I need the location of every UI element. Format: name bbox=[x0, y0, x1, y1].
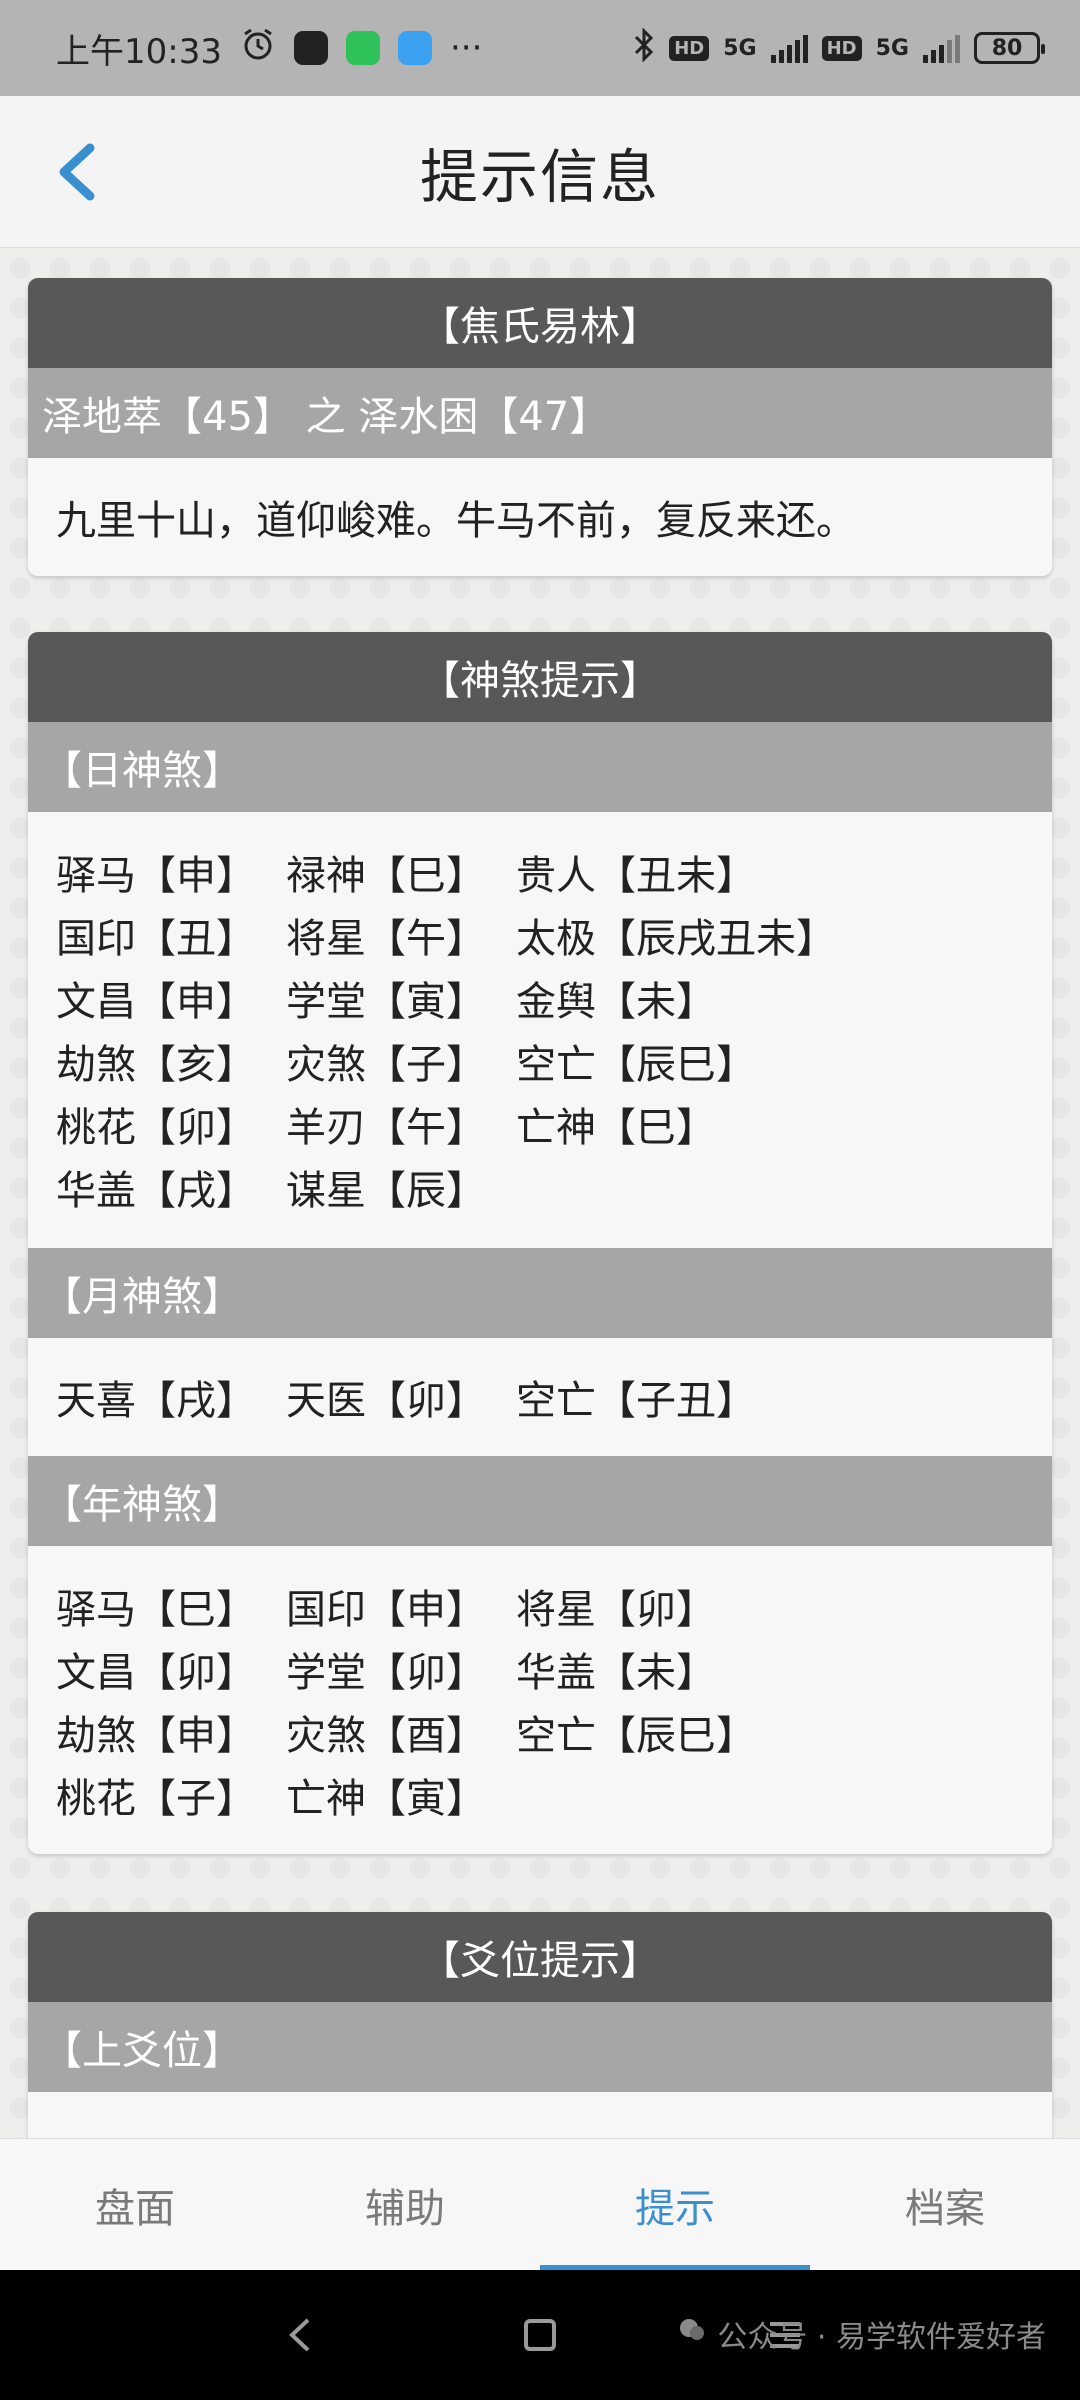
watermark: 公众号 · 易学软件爱好者 bbox=[677, 2312, 1046, 2356]
battery-level: 80 bbox=[991, 35, 1023, 61]
battery-icon: 80 bbox=[974, 32, 1045, 64]
year-shensha-list: 驿马【巳】 国印【申】 将星【卯】 文昌【卯】 学堂【卯】 华盖【未】 劫煞【申】 灾煞【… bbox=[28, 1546, 1052, 1854]
section-year-shensha: 【年神煞】 bbox=[28, 1456, 1052, 1546]
content-scroll[interactable]: 【焦氏易林】 泽地萃【45】 之 泽水困【47】 九里十山，道仰峻难。牛马不前，… bbox=[0, 248, 1080, 2138]
verse-text: 九里十山，道仰峻难。牛马不前，复反来还。 bbox=[56, 498, 856, 544]
watermark-text: 公众号 · 易学软件爱好者 bbox=[717, 2320, 1046, 2355]
bottom-navigation: 盘面 辅助 提示 档案 bbox=[0, 2138, 1080, 2271]
back-button[interactable] bbox=[50, 140, 110, 204]
list-item: 桃花【卯】 羊刃【午】 亡神【巳】 bbox=[56, 1104, 716, 1151]
hd-badge-1: HD bbox=[669, 35, 710, 61]
system-back-button[interactable] bbox=[276, 2310, 326, 2360]
section-top-yao: 【上爻位】 bbox=[28, 2002, 1052, 2092]
signal-icon-2 bbox=[923, 33, 960, 63]
page-title: 提示信息 bbox=[419, 142, 660, 211]
alarm-icon bbox=[240, 26, 276, 71]
app-blue-icon bbox=[397, 31, 432, 65]
network-type-2: 5G bbox=[875, 35, 909, 61]
list-item: 驿马【申】 禄神【巳】 贵人【丑未】 bbox=[56, 852, 756, 899]
month-shensha-list: 天喜【戌】 天医【卯】 空亡【子丑】 bbox=[28, 1338, 1052, 1456]
hd-badge-2: HD bbox=[821, 35, 862, 61]
bluetooth-icon bbox=[633, 27, 655, 68]
card-title: 【焦氏易林】 bbox=[28, 278, 1052, 368]
system-home-button[interactable] bbox=[515, 2310, 565, 2360]
chat-bubble-icon bbox=[677, 2315, 707, 2353]
list-item: 桃花【子】 亡神【寅】 bbox=[56, 1775, 486, 1822]
day-shensha-list: 驿马【申】 禄神【巳】 贵人【丑未】 国印【丑】 将星【午】 太极【辰戌丑未】 文昌【申… bbox=[28, 812, 1052, 1248]
list-item: 国印【丑】 将星【午】 太极【辰戌丑未】 bbox=[56, 915, 836, 962]
list-item: 劫煞【申】 灾煞【酉】 空亡【辰巳】 bbox=[56, 1712, 756, 1759]
tab-fuzhu[interactable]: 辅助 bbox=[270, 2139, 540, 2271]
list-item: 劫煞【亥】 灾煞【子】 空亡【辰巳】 bbox=[56, 1041, 756, 1088]
card-jiaoshi-yilin: 【焦氏易林】 泽地萃【45】 之 泽水困【47】 九里十山，道仰峻难。牛马不前，… bbox=[28, 278, 1052, 576]
card-title: 【爻位提示】 bbox=[28, 1912, 1052, 2002]
list-item: 文昌【申】 学堂【寅】 金舆【未】 bbox=[56, 978, 716, 1025]
card-yaowei: 【爻位提示】 【上爻位】 bbox=[28, 1912, 1052, 2138]
section-month-shensha: 【月神煞】 bbox=[28, 1248, 1052, 1338]
section-day-shensha: 【日神煞】 bbox=[28, 722, 1052, 812]
list-item: 驿马【巳】 国印【申】 将星【卯】 bbox=[56, 1586, 716, 1633]
tab-tishi[interactable]: 提示 bbox=[540, 2139, 810, 2271]
more-notifications-icon: ··· bbox=[449, 28, 483, 68]
status-time: 上午10:33 bbox=[56, 31, 222, 72]
app-notification-icon bbox=[293, 31, 328, 65]
card-shensha: 【神煞提示】 【日神煞】 驿马【申】 禄神【巳】 贵人【丑未】 国印【丑】 将星【午】… bbox=[28, 632, 1052, 1854]
list-item: 天喜【戌】 天医【卯】 空亡【子丑】 bbox=[56, 1377, 756, 1424]
system-navigation-bar: 公众号 · 易学软件爱好者 bbox=[0, 2270, 1080, 2400]
hexagram-subtitle: 泽地萃【45】 之 泽水困【47】 bbox=[28, 368, 1052, 458]
signal-icon-1 bbox=[770, 33, 808, 63]
app-header: 提示信息 bbox=[0, 96, 1080, 248]
network-type-1: 5G bbox=[723, 35, 757, 61]
card-title: 【神煞提示】 bbox=[28, 632, 1052, 722]
chevron-left-icon bbox=[289, 2318, 310, 2352]
tab-dangan[interactable]: 档案 bbox=[810, 2139, 1080, 2271]
square-icon bbox=[524, 2319, 556, 2351]
status-bar: 上午10:33 ··· HD 5G HD 5G 80 bbox=[0, 0, 1080, 96]
list-item: 文昌【卯】 学堂【卯】 华盖【未】 bbox=[56, 1649, 716, 1696]
chevron-left-icon bbox=[59, 143, 95, 201]
wechat-icon bbox=[345, 31, 380, 65]
list-item: 华盖【戌】 谋星【辰】 bbox=[56, 1167, 486, 1214]
tab-panmian[interactable]: 盘面 bbox=[0, 2139, 270, 2271]
